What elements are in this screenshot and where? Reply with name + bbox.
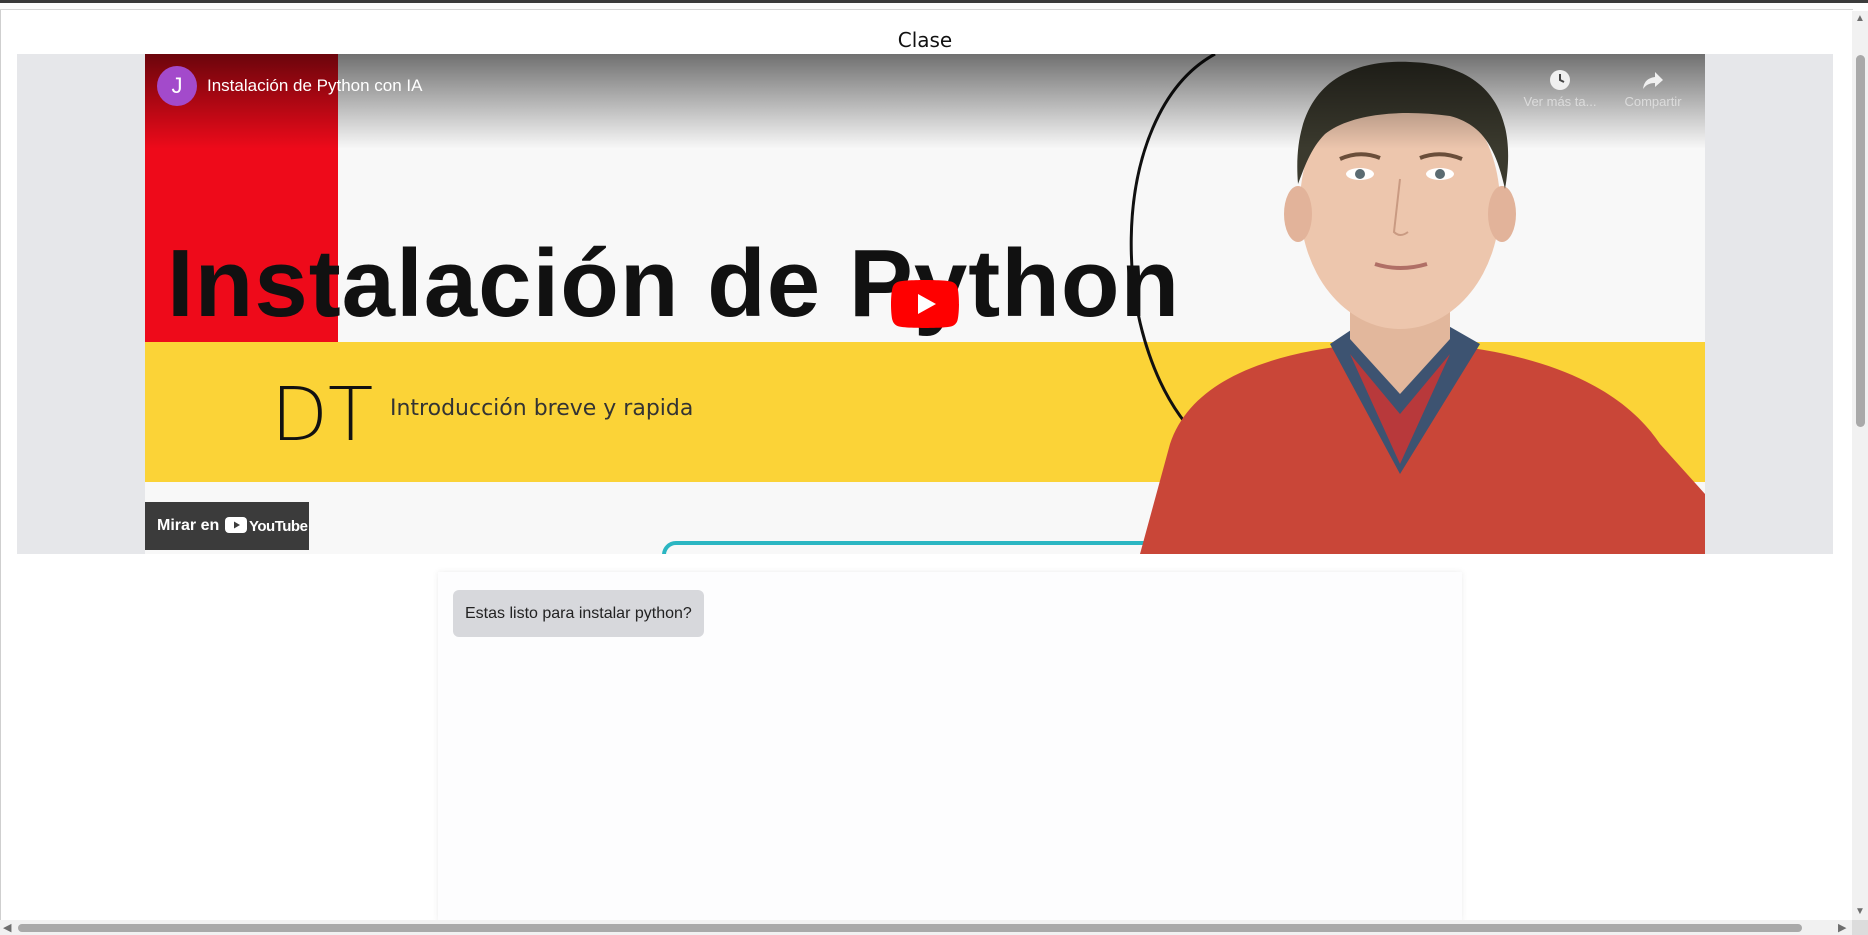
frame-border — [0, 9, 1853, 10]
horizontal-scrollbar[interactable]: ◀ ▶ — [0, 920, 1852, 935]
thumbnail-subtitle: Introducción breve y rapida — [390, 396, 694, 421]
window-top-border — [0, 0, 1868, 3]
watch-later-button[interactable]: Ver más ta... — [1515, 68, 1605, 109]
share-button[interactable]: Compartir — [1608, 68, 1698, 109]
watch-on-youtube-button[interactable]: Mirar en YouTube — [145, 502, 309, 550]
play-button[interactable] — [891, 280, 959, 328]
watch-later-label: Ver más ta... — [1523, 94, 1597, 109]
video-section: Instalación de Python DT Introducción br… — [17, 54, 1833, 554]
scrollbar-corner — [1852, 920, 1868, 935]
horizontal-scroll-thumb[interactable] — [18, 924, 1802, 932]
vertical-scroll-thumb[interactable] — [1856, 55, 1865, 427]
player-top-gradient — [145, 54, 1705, 149]
thumbnail-logo-text: DT — [271, 372, 374, 458]
chat-message: Estas listo para instalar python? — [453, 590, 704, 637]
chat-panel: Estas listo para instalar python? — [438, 572, 1462, 922]
page-title: Clase — [897, 28, 953, 52]
youtube-wordmark: YouTube — [249, 518, 308, 535]
share-label: Compartir — [1624, 94, 1682, 109]
clock-icon — [1550, 70, 1570, 90]
video-title-link[interactable]: Instalación de Python con IA — [207, 76, 422, 96]
channel-avatar[interactable]: J — [157, 66, 197, 106]
thumbnail-headline: Instalación de Python — [167, 230, 1181, 337]
youtube-player[interactable]: Instalación de Python DT Introducción br… — [145, 54, 1705, 554]
share-icon — [1643, 72, 1663, 89]
vertical-scrollbar[interactable]: ▲ ▼ — [1852, 11, 1868, 920]
scroll-left-icon[interactable]: ◀ — [3, 921, 11, 934]
youtube-logo-icon — [225, 517, 247, 533]
scroll-down-icon[interactable]: ▼ — [1855, 906, 1865, 917]
watch-on-label: Mirar en — [157, 517, 220, 534]
scroll-right-icon[interactable]: ▶ — [1838, 921, 1846, 934]
frame-left-border — [0, 10, 1, 920]
scroll-up-icon[interactable]: ▲ — [1855, 13, 1865, 24]
